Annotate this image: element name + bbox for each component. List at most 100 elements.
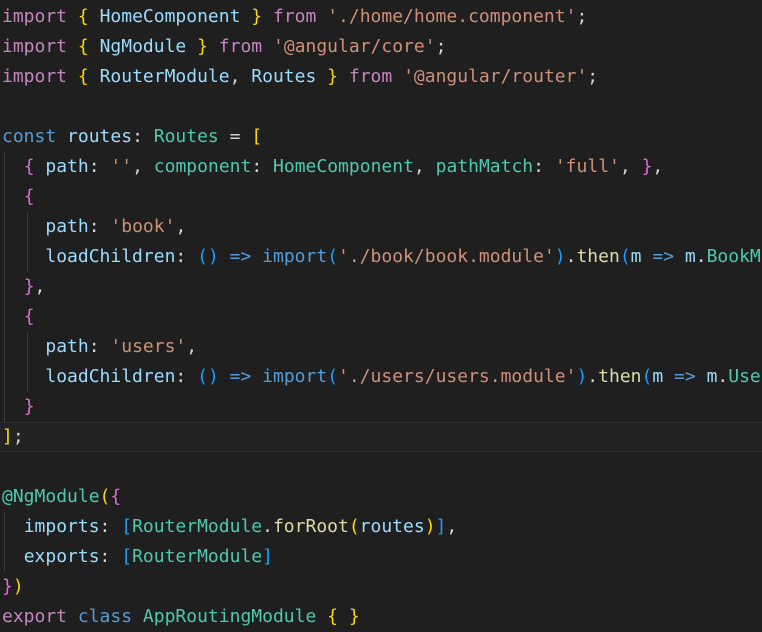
- code-token: :: [533, 156, 544, 177]
- code-token: =>: [674, 366, 696, 387]
- indent-guide: [4, 302, 5, 332]
- code-token: ]: [435, 516, 447, 537]
- code-token: routes: [359, 516, 425, 537]
- code-line[interactable]: const routes: Routes = [: [0, 122, 762, 152]
- indent-guide: [4, 212, 5, 242]
- indent-guide: [27, 362, 28, 392]
- code-token: =>: [652, 246, 675, 267]
- code-token: import: [262, 366, 328, 387]
- code-token: (: [641, 366, 653, 387]
- code-token: ,: [186, 336, 198, 357]
- code-token: }: [23, 396, 35, 417]
- code-token: pathMatch: [435, 156, 534, 177]
- code-token: NgModule: [99, 36, 187, 57]
- code-token: .: [262, 516, 273, 537]
- code-token: './users/users.module': [338, 366, 577, 387]
- code-line[interactable]: }: [0, 392, 762, 422]
- code-token: (: [197, 246, 208, 267]
- code-token: }: [641, 156, 653, 177]
- code-token: RouterModule: [132, 516, 263, 537]
- code-token: from: [348, 66, 393, 87]
- code-token: (: [327, 366, 339, 387]
- indent-guide: [4, 362, 5, 392]
- code-token: import: [2, 36, 68, 57]
- code-token: }: [23, 276, 35, 297]
- code-token: =>: [229, 246, 252, 267]
- code-line[interactable]: }): [0, 572, 762, 602]
- code-line[interactable]: imports: [RouterModule.forRoot(routes)],: [0, 512, 762, 542]
- code-token: ): [12, 576, 24, 597]
- code-line[interactable]: path: 'users',: [0, 332, 762, 362]
- code-line[interactable]: @NgModule({: [0, 482, 762, 512]
- code-token: {: [110, 486, 122, 507]
- code-line[interactable]: loadChildren: () => import('./users/user…: [0, 362, 762, 392]
- code-token: m: [652, 366, 664, 387]
- code-line[interactable]: export class AppRoutingModule { }: [0, 602, 762, 632]
- code-token: (: [348, 516, 360, 537]
- code-token: ,: [413, 156, 425, 177]
- code-token: m: [706, 366, 718, 387]
- code-token: '@angular/core': [273, 36, 436, 57]
- code-surface[interactable]: import { HomeComponent } from './home/ho…: [0, 2, 762, 632]
- code-token: class: [77, 606, 133, 627]
- code-token: {: [77, 66, 89, 87]
- code-token: import: [2, 6, 68, 27]
- code-token: :: [132, 126, 143, 147]
- code-line[interactable]: ];: [0, 422, 762, 452]
- code-token: :: [251, 156, 263, 177]
- code-token: }: [327, 66, 339, 87]
- code-line[interactable]: loadChildren: () => import('./book/book.…: [0, 242, 762, 272]
- code-token: :: [99, 546, 111, 567]
- code-line[interactable]: import { RouterModule, Routes } from '@a…: [0, 62, 762, 92]
- code-line[interactable]: [0, 92, 762, 122]
- code-token: AppRoutingModule: [142, 606, 317, 627]
- indent-guide: [4, 272, 5, 302]
- code-line[interactable]: {: [0, 182, 762, 212]
- code-line[interactable]: import { HomeComponent } from './home/ho…: [0, 2, 762, 32]
- code-token: :: [175, 366, 187, 387]
- code-token: .: [565, 246, 577, 267]
- code-token: [: [251, 126, 263, 147]
- code-token: ;: [435, 36, 447, 57]
- code-line[interactable]: exports: [RouterModule]: [0, 542, 762, 572]
- code-line[interactable]: { path: '', component: HomeComponent, pa…: [0, 152, 762, 182]
- code-line[interactable]: path: 'book',: [0, 212, 762, 242]
- code-token: then: [576, 246, 620, 267]
- code-line[interactable]: {: [0, 302, 762, 332]
- code-token: ;: [576, 6, 588, 27]
- code-token: .: [695, 246, 707, 267]
- code-token: ;: [587, 66, 599, 87]
- code-token: ): [424, 516, 436, 537]
- code-line[interactable]: import { NgModule } from '@angular/core'…: [0, 32, 762, 62]
- code-token: }: [348, 606, 360, 627]
- code-token: exports: [23, 546, 100, 567]
- code-editor[interactable]: import { HomeComponent } from './home/ho…: [0, 0, 762, 627]
- code-line[interactable]: [0, 452, 762, 482]
- code-line[interactable]: },: [0, 272, 762, 302]
- indent-guide: [4, 182, 5, 212]
- code-token: m: [630, 246, 642, 267]
- code-token: path: [45, 156, 89, 177]
- code-token: {: [23, 186, 35, 207]
- code-token: ): [207, 366, 219, 387]
- code-token: HomeComponent: [99, 6, 241, 27]
- code-token: }: [197, 36, 208, 57]
- code-token: routes: [67, 126, 133, 147]
